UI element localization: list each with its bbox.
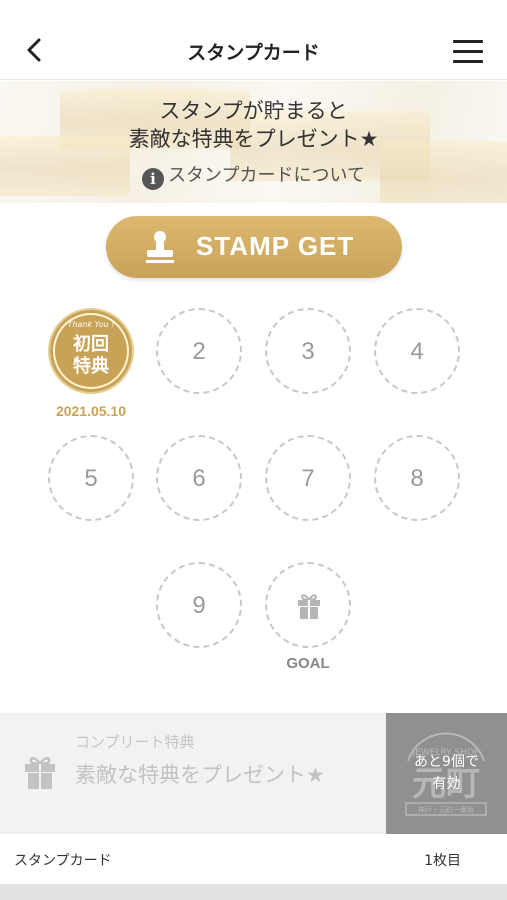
- stamp-slot-4: 4: [374, 308, 460, 394]
- remaining-valid: 有効: [432, 776, 461, 792]
- goal-label: GOAL: [286, 655, 330, 672]
- bottom-strip: [0, 884, 507, 900]
- slot-number: 5: [84, 465, 98, 492]
- info-icon: i: [142, 168, 165, 190]
- badge-text-2: 特典: [73, 356, 109, 377]
- stamp-slot-7: 7: [265, 435, 351, 521]
- gift-icon: [298, 594, 320, 619]
- footer-card-label: スタンプカード: [14, 853, 112, 869]
- logo-footer-text: 神戸・元町一番街: [418, 805, 474, 814]
- stamp-slot-goal: [265, 562, 351, 648]
- stamp-get-label: STAMP GET: [196, 231, 355, 261]
- gift-icon: [25, 757, 55, 789]
- app-header: スタンプカード: [0, 0, 507, 80]
- banner-headline-1: スタンプが貯まると: [159, 99, 348, 123]
- slot-number: 3: [301, 338, 315, 365]
- slot-number: 2: [192, 338, 206, 365]
- slot-number: 9: [192, 592, 206, 619]
- stamp-get-button[interactable]: STAMP GET: [106, 216, 402, 278]
- badge-thank-you: Thank You !: [67, 320, 115, 329]
- remaining-status-box: JEWELRY SHOP 元町 神戸・元町一番街 あと9個で 有効: [386, 713, 507, 834]
- hamburger-menu-icon[interactable]: [453, 40, 483, 64]
- stamp-icon: [146, 231, 174, 263]
- stamp-slot-8: 8: [374, 435, 460, 521]
- slot-number: 8: [410, 465, 424, 492]
- about-stamp-card-label: スタンプカードについて: [168, 165, 365, 186]
- complete-reward-panel: コンプリート特典 素敵な特典をプレゼント★ JEWELRY SHOP 元町 神戸…: [0, 713, 507, 834]
- complete-reward-description: 素敵な特典をプレゼント★: [75, 763, 325, 787]
- banner-headline-2: 素敵な特典をプレゼント★: [128, 127, 379, 151]
- stamp-slot-6: 6: [156, 435, 242, 521]
- stamp-slot-2: 2: [156, 308, 242, 394]
- slot-number: 7: [301, 465, 315, 492]
- slot-number: 6: [192, 465, 206, 492]
- footer-card-index: 1枚目: [424, 853, 461, 869]
- badge-text-1: 初回: [73, 334, 109, 355]
- about-stamp-card-link[interactable]: i スタンプカードについて: [0, 161, 507, 190]
- remaining-count: あと9個で: [414, 754, 479, 770]
- page-title: スタンプカード: [187, 42, 320, 64]
- stamp-slot-3: 3: [265, 308, 351, 394]
- slot-number: 4: [410, 338, 424, 365]
- complete-reward-title: コンプリート特典: [75, 733, 195, 751]
- hero-banner: スタンプが貯まると 素敵な特典をプレゼント★ i スタンプカードについて: [0, 81, 507, 203]
- stamp-slot-9: 9: [156, 562, 242, 648]
- stamp-slot-5: 5: [48, 435, 134, 521]
- stamp-date: 2021.05.10: [55, 403, 127, 419]
- first-stamp-badge: Thank You ! 初回 特典: [48, 308, 134, 394]
- card-footer: スタンプカード 1枚目: [0, 834, 507, 884]
